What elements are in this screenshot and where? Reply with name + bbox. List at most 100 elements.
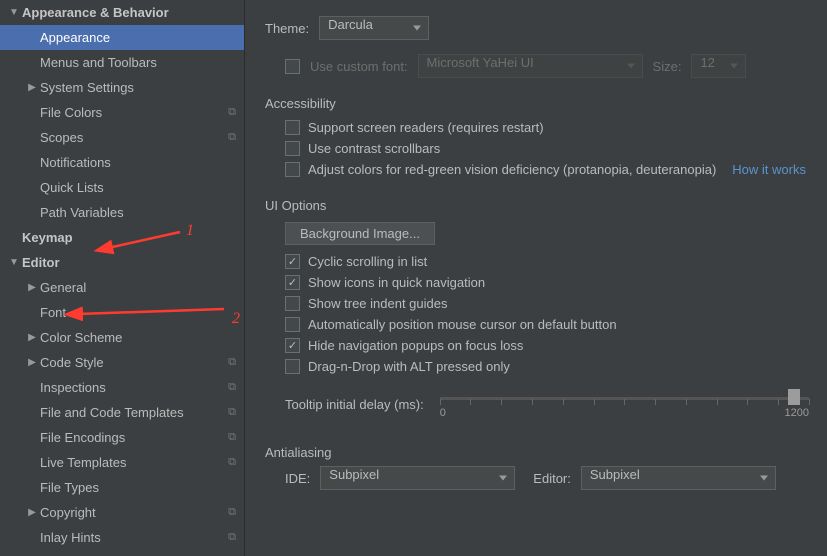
use-custom-font-label: Use custom font: [310,59,408,74]
slider-max-label: 1200 [785,407,809,419]
screen-readers-checkbox[interactable] [285,120,300,135]
project-scope-icon: ⧉ [228,356,236,369]
screen-readers-label: Support screen readers (requires restart… [308,120,544,135]
sidebar-item-file-and-code-templates[interactable]: ▶File and Code Templates⧉ [0,400,244,425]
sidebar-item-label: Inspections [40,380,222,395]
sidebar-item-appearance[interactable]: ▶Appearance [0,25,244,50]
sidebar-item-code-style[interactable]: ▶Code Style ⧉ [0,350,244,375]
sidebar-item-label: General [40,280,236,295]
sidebar-item-label: File Types [40,480,236,495]
drag-drop-alt-label: Drag-n-Drop with ALT pressed only [308,359,510,374]
project-scope-icon: ⧉ [228,506,236,519]
contrast-scrollbars-label: Use contrast scrollbars [308,141,440,156]
sidebar-item-general[interactable]: ▶General [0,275,244,300]
sidebar-item-label: File and Code Templates [40,405,222,420]
chevron-right-icon[interactable]: ▶ [26,332,38,343]
sidebar-item-inspections[interactable]: ▶Inspections⧉ [0,375,244,400]
sidebar-item-live-templates[interactable]: ▶Live Templates⧉ [0,450,244,475]
ui-options-section-title: UI Options [265,198,809,213]
show-icons-checkbox[interactable] [285,275,300,290]
how-it-works-link[interactable]: How it works [732,162,806,177]
auto-mouse-label: Automatically position mouse cursor on d… [308,317,617,332]
color-deficiency-label: Adjust colors for red-green vision defic… [308,162,716,177]
project-scope-icon: ⧉ [228,431,236,444]
sidebar-item-label: Live Templates [40,455,222,470]
hide-popups-checkbox[interactable] [285,338,300,353]
font-size-select[interactable]: 12 [691,54,746,78]
sidebar-item-label: Code Style [40,355,222,370]
sidebar-item-label: Editor [22,255,236,270]
theme-label: Theme: [265,21,309,36]
sidebar-item-keymap[interactable]: ▶Keymap [0,225,244,250]
sidebar-item-system-settings[interactable]: ▶System Settings [0,75,244,100]
settings-panel: Theme: Darcula Use custom font: Microsof… [245,0,827,556]
sidebar-item-label: File Colors [40,105,222,120]
sidebar-item-label: Notifications [40,155,236,170]
font-select[interactable]: Microsoft YaHei UI [418,54,643,78]
sidebar-item-label: Path Variables [40,205,236,220]
project-scope-icon: ⧉ [228,406,236,419]
sidebar-item-path-variables[interactable]: ▶Path Variables [0,200,244,225]
project-scope-icon: ⧉ [228,531,236,544]
project-scope-icon: ⧉ [228,456,236,469]
sidebar-item-label: Copyright [40,505,222,520]
sidebar-item-label: Inlay Hints [40,530,222,545]
chevron-down-icon[interactable]: ▼ [8,7,20,18]
sidebar-item-label: Color Scheme [40,330,236,345]
chevron-down-icon[interactable]: ▼ [8,257,20,268]
sidebar-item-inlay-hints[interactable]: ▶Inlay Hints⧉ [0,525,244,550]
chevron-right-icon[interactable]: ▶ [26,357,38,368]
antialiasing-section-title: Antialiasing [265,445,809,460]
drag-drop-alt-checkbox[interactable] [285,359,300,374]
background-image-button[interactable]: Background Image... [285,222,435,245]
sidebar-item-editor[interactable]: ▼Editor [0,250,244,275]
use-custom-font-checkbox[interactable] [285,59,300,74]
chevron-right-icon[interactable]: ▶ [26,507,38,518]
sidebar-item-label: System Settings [40,80,236,95]
sidebar-item-file-encodings[interactable]: ▶File Encodings⧉ [0,425,244,450]
show-icons-label: Show icons in quick navigation [308,275,485,290]
slider-min-label: 0 [440,407,446,419]
sidebar-item-color-scheme[interactable]: ▶Color Scheme [0,325,244,350]
editor-aa-select[interactable]: Subpixel [581,466,776,490]
sidebar-item-appearance-behavior[interactable]: ▼Appearance & Behavior [0,0,244,25]
color-deficiency-checkbox[interactable] [285,162,300,177]
ide-aa-select[interactable]: Subpixel [320,466,515,490]
tooltip-delay-label: Tooltip initial delay (ms): [285,397,424,412]
cyclic-scrolling-label: Cyclic scrolling in list [308,254,427,269]
contrast-scrollbars-checkbox[interactable] [285,141,300,156]
project-scope-icon: ⧉ [228,381,236,394]
sidebar-item-label: Appearance & Behavior [22,5,236,20]
sidebar-item-font[interactable]: ▶Font [0,300,244,325]
font-size-label: Size: [653,59,682,74]
cyclic-scrolling-checkbox[interactable] [285,254,300,269]
project-scope-icon: ⧉ [228,131,236,144]
sidebar-item-label: Quick Lists [40,180,236,195]
settings-sidebar[interactable]: ▼Appearance & Behavior▶Appearance▶Menus … [0,0,245,556]
sidebar-item-label: Scopes [40,130,222,145]
tree-indent-label: Show tree indent guides [308,296,447,311]
auto-mouse-checkbox[interactable] [285,317,300,332]
sidebar-item-file-colors[interactable]: ▶File Colors⧉ [0,100,244,125]
accessibility-section-title: Accessibility [265,96,809,111]
sidebar-item-label: Menus and Toolbars [40,55,236,70]
sidebar-item-notifications[interactable]: ▶Notifications [0,150,244,175]
sidebar-item-copyright[interactable]: ▶Copyright ⧉ [0,500,244,525]
hide-popups-label: Hide navigation popups on focus loss [308,338,523,353]
sidebar-item-label: Font [40,305,236,320]
sidebar-item-file-types[interactable]: ▶File Types [0,475,244,500]
theme-select[interactable]: Darcula [319,16,429,40]
chevron-right-icon[interactable]: ▶ [26,82,38,93]
tooltip-delay-slider[interactable]: 0 1200 [440,389,809,419]
chevron-right-icon[interactable]: ▶ [26,282,38,293]
sidebar-item-menus-and-toolbars[interactable]: ▶Menus and Toolbars [0,50,244,75]
sidebar-item-scopes[interactable]: ▶Scopes⧉ [0,125,244,150]
sidebar-item-label: File Encodings [40,430,222,445]
ide-aa-label: IDE: [285,471,310,486]
sidebar-item-quick-lists[interactable]: ▶Quick Lists [0,175,244,200]
tree-indent-checkbox[interactable] [285,296,300,311]
project-scope-icon: ⧉ [228,106,236,119]
sidebar-item-label: Keymap [22,230,236,245]
editor-aa-label: Editor: [533,471,571,486]
sidebar-item-label: Appearance [40,30,236,45]
